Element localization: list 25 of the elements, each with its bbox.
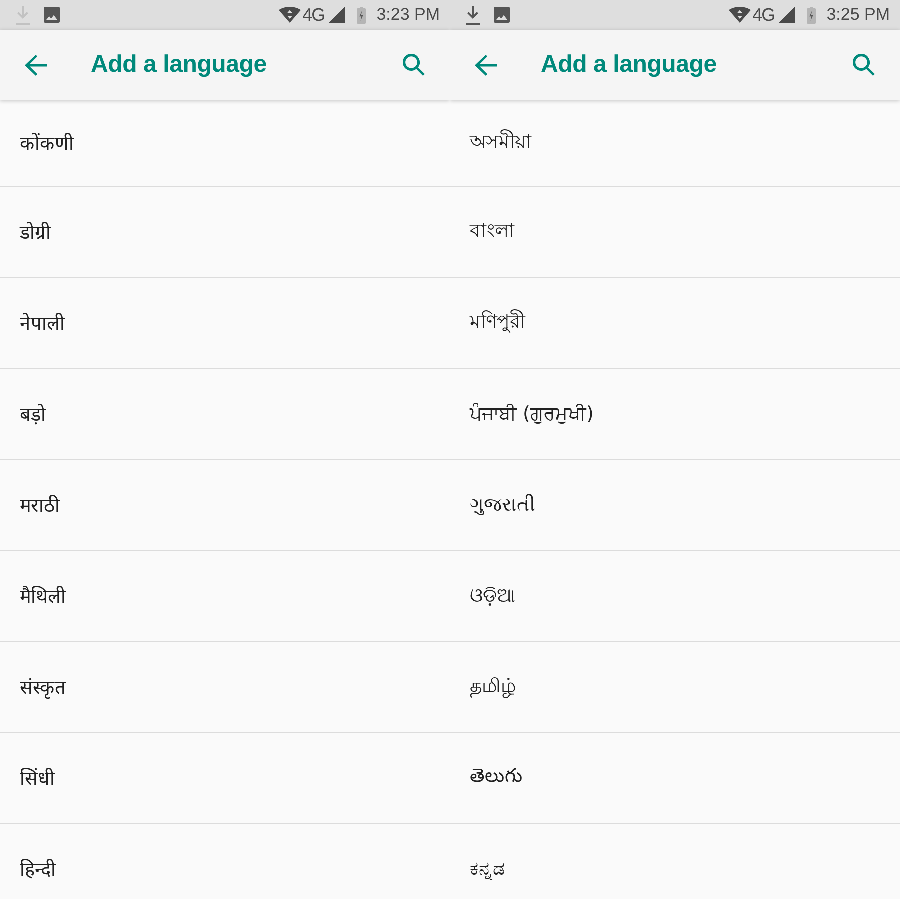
screen-title: Add a language [91,51,268,79]
signal-icon [778,7,795,23]
wifi-icon [278,7,301,23]
language-item[interactable]: অসমীয়া [450,96,900,187]
network-type: 4G [302,5,325,25]
network-type: 4G [752,5,775,25]
language-item[interactable]: తెలుగు [450,733,900,824]
back-arrow-icon [25,54,47,76]
search-icon [403,54,425,76]
language-item[interactable]: বাংলা [450,187,900,278]
language-item[interactable]: ਪੰਜਾਬੀ (ਗੁਰਮੁਖੀ) [450,369,900,460]
language-item[interactable]: ଓଡ଼ିଆ [450,551,900,642]
language-item[interactable]: தமிழ் [450,642,900,733]
language-item[interactable]: মণিপুরী [450,278,900,369]
search-icon [853,54,875,76]
back-arrow-icon [475,54,497,76]
signal-icon [328,7,345,23]
status-time: 3:23 PM [376,5,440,25]
battery-icon [806,6,816,24]
language-item[interactable]: ಕನ್ನಡ [450,824,900,899]
battery-icon [356,6,366,24]
wifi-icon [728,7,751,23]
screen-title: Add a language [541,51,718,79]
status-time: 3:25 PM [826,5,890,25]
language-item[interactable]: ગુજરાતી [450,460,900,551]
